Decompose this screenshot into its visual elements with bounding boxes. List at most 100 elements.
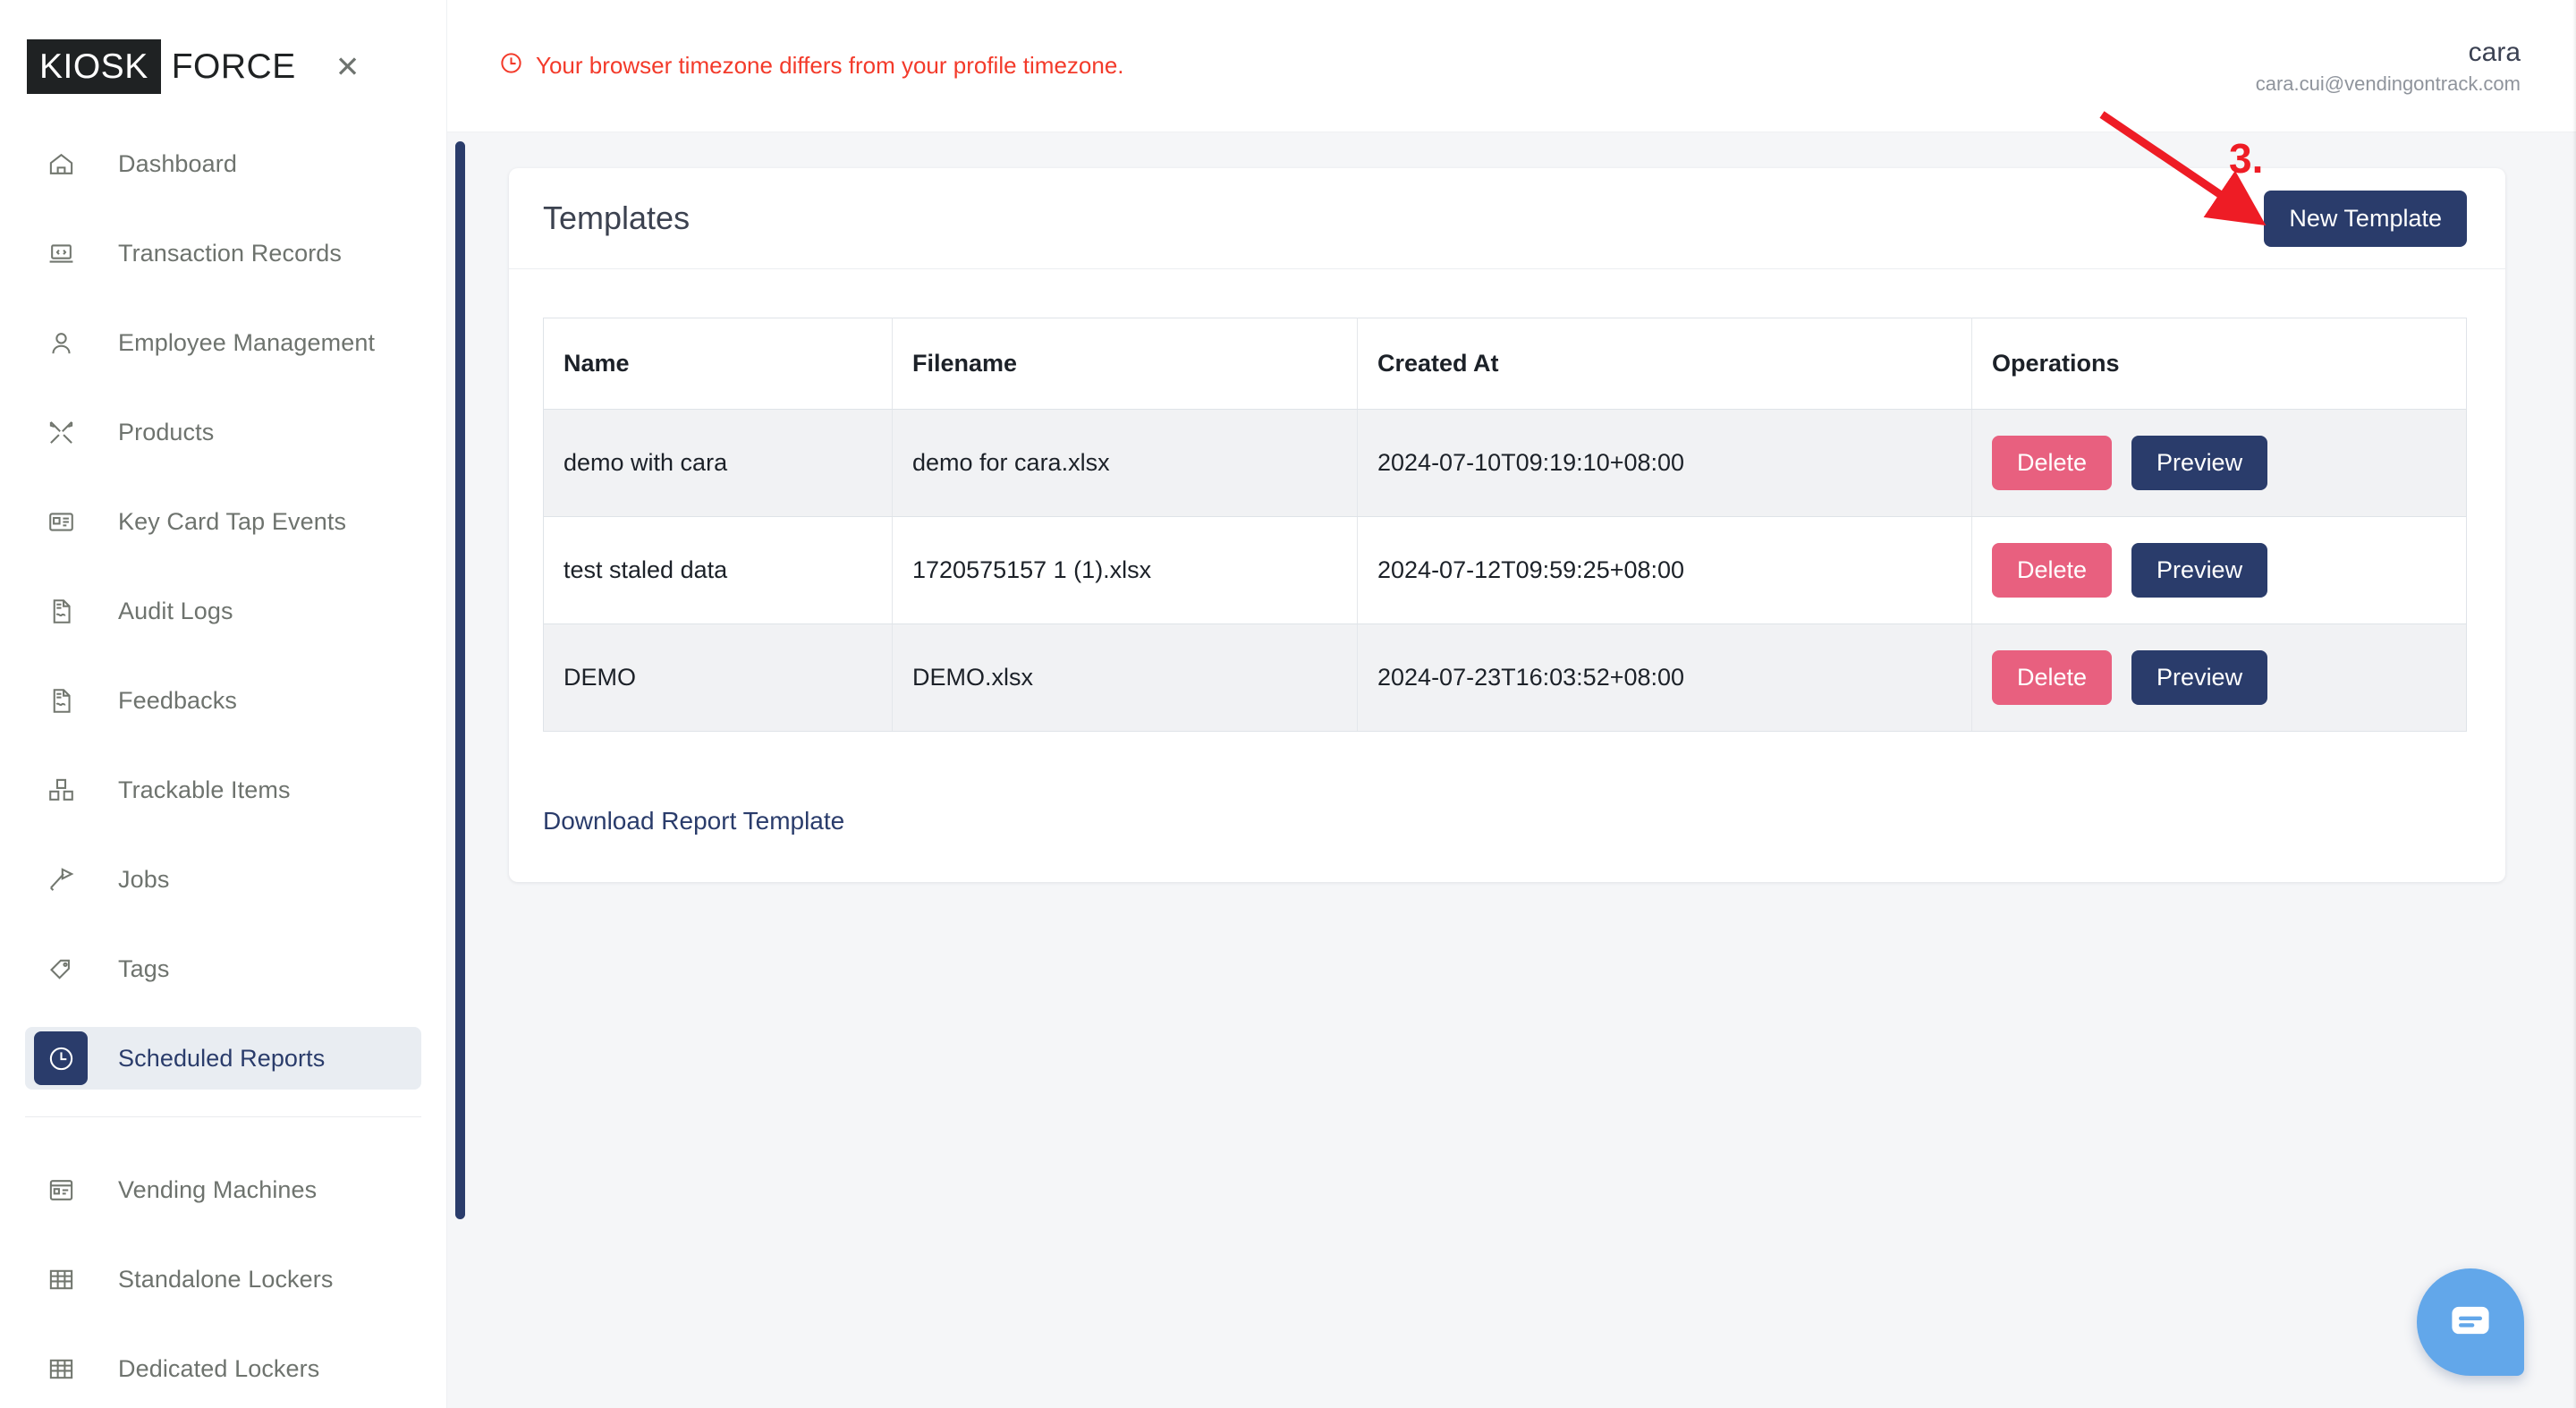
download-report-template-link[interactable]: Download Report Template (543, 807, 844, 835)
row-actions: Delete Preview (1992, 436, 2446, 490)
user-icon (34, 316, 88, 369)
page-title: Templates (543, 199, 691, 236)
cell-operations: Delete Preview (1971, 623, 2467, 732)
sidebar-item-products[interactable]: Products (25, 401, 421, 463)
table-row: DEMO DEMO.xlsx 2024-07-23T16:03:52+08:00… (543, 623, 2467, 732)
sidebar-item-standalone-lockers[interactable]: Standalone Lockers (25, 1248, 421, 1310)
delete-button[interactable]: Delete (1992, 543, 2113, 598)
column-header-filename: Filename (892, 318, 1358, 410)
sidebar-item-label: Scheduled Reports (118, 1044, 326, 1072)
logo-mark-text: KIOSK (27, 38, 161, 94)
brand-row: KIOSK FORCE ✕ (0, 0, 446, 132)
sidebar-item-label: Key Card Tap Events (118, 507, 347, 535)
content-scrollbar[interactable] (455, 141, 465, 1219)
sidebar-item-label: Dashboard (118, 149, 237, 177)
timezone-warning: Your browser timezone differs from your … (499, 51, 1124, 81)
sidebar-item-transaction-records[interactable]: Transaction Records (25, 222, 421, 284)
cell-name: test staled data (543, 516, 893, 624)
cell-filename: 1720575157 1 (1).xlsx (892, 516, 1358, 624)
home-icon (34, 137, 88, 191)
cell-created-at: 2024-07-12T09:59:25+08:00 (1357, 516, 1972, 624)
sidebar-item-label: Jobs (118, 865, 170, 893)
table-header: Name Filename Created At Operations (543, 318, 2467, 410)
clock-icon (34, 1031, 88, 1085)
sidebar-item-trackable-items[interactable]: Trackable Items (25, 759, 421, 821)
table-header-row: Name Filename Created At Operations (543, 318, 2467, 410)
sidebar-item-label: Employee Management (118, 328, 376, 356)
preview-button[interactable]: Preview (2131, 650, 2268, 705)
content-area: Templates New Template Name Filename Cre… (447, 132, 2576, 1408)
table-row: demo with cara demo for cara.xlsx 2024-0… (543, 409, 2467, 517)
app-logo[interactable]: KIOSK FORCE (27, 38, 296, 95)
row-actions: Delete Preview (1992, 543, 2446, 598)
sidebar-item-label: Trackable Items (118, 776, 291, 803)
chat-widget-button[interactable] (2417, 1268, 2524, 1376)
column-header-name: Name (543, 318, 893, 410)
sidebar-item-dashboard[interactable]: Dashboard (25, 132, 421, 195)
sidebar-item-label: Products (118, 418, 215, 445)
tag-icon (34, 942, 88, 996)
id-card-icon (34, 495, 88, 548)
user-name: cara (2468, 37, 2521, 67)
sidebar-item-audit-logs[interactable]: Audit Logs (25, 580, 421, 642)
sidebar-item-scheduled-reports[interactable]: Scheduled Reports (25, 1027, 421, 1090)
table-body: demo with cara demo for cara.xlsx 2024-0… (543, 409, 2467, 732)
grid-icon (34, 1342, 88, 1395)
app-root: KIOSK FORCE ✕ Dashboard Transaction Reco… (0, 0, 2576, 1408)
column-header-operations: Operations (1971, 318, 2467, 410)
sidebar-item-label: Audit Logs (118, 597, 233, 624)
clock-icon (499, 51, 523, 81)
new-template-button[interactable]: New Template (2264, 190, 2467, 247)
table-row: test staled data 1720575157 1 (1).xlsx 2… (543, 516, 2467, 624)
close-icon[interactable]: ✕ (335, 52, 360, 81)
chat-bubble-icon (2447, 1297, 2494, 1348)
user-email: cara.cui@vendingontrack.com (2255, 72, 2521, 96)
sidebar-item-label: Standalone Lockers (118, 1265, 334, 1293)
delete-button[interactable]: Delete (1992, 436, 2113, 490)
delete-button[interactable]: Delete (1992, 650, 2113, 705)
hammer-icon (34, 852, 88, 906)
sidebar-item-label: Tags (118, 954, 170, 982)
document-signature-icon (34, 584, 88, 638)
sidebar-item-label: Vending Machines (118, 1175, 318, 1203)
preview-button[interactable]: Preview (2131, 543, 2268, 598)
vending-machine-icon (34, 1163, 88, 1217)
sidebar-item-dedicated-lockers[interactable]: Dedicated Lockers (25, 1337, 421, 1400)
cell-filename: DEMO.xlsx (892, 623, 1358, 732)
sidebar-nav: Dashboard Transaction Records Employee M… (0, 132, 446, 1090)
boxes-icon (34, 763, 88, 817)
user-menu[interactable]: cara cara.cui@vendingontrack.com (2256, 36, 2533, 97)
sidebar-nav-secondary: Vending Machines Standalone Lockers Dedi… (0, 1158, 446, 1400)
card-body: Name Filename Created At Operations demo… (509, 269, 2505, 768)
sidebar-item-key-card-tap-events[interactable]: Key Card Tap Events (25, 490, 421, 553)
sidebar-item-employee-management[interactable]: Employee Management (25, 311, 421, 374)
sidebar-item-tags[interactable]: Tags (25, 937, 421, 1000)
timezone-warning-text: Your browser timezone differs from your … (536, 52, 1124, 79)
templates-table: Name Filename Created At Operations demo… (543, 318, 2467, 732)
sidebar-item-feedbacks[interactable]: Feedbacks (25, 669, 421, 732)
sidebar: KIOSK FORCE ✕ Dashboard Transaction Reco… (0, 0, 447, 1408)
preview-button[interactable]: Preview (2131, 436, 2268, 490)
sidebar-item-vending-machines[interactable]: Vending Machines (25, 1158, 421, 1221)
card-header: Templates New Template (509, 168, 2505, 269)
topbar: Your browser timezone differs from your … (447, 0, 2576, 132)
templates-card: Templates New Template Name Filename Cre… (509, 168, 2505, 882)
cell-created-at: 2024-07-23T16:03:52+08:00 (1357, 623, 1972, 732)
cell-operations: Delete Preview (1971, 516, 2467, 624)
cell-filename: demo for cara.xlsx (892, 409, 1358, 517)
annotation-step-number: 3. (2229, 135, 2264, 182)
card-footer: Download Report Template (509, 768, 2505, 882)
document-signature-icon (34, 674, 88, 727)
cell-name: DEMO (543, 623, 893, 732)
cell-name: demo with cara (543, 409, 893, 517)
tools-icon (34, 405, 88, 459)
cell-created-at: 2024-07-10T09:19:10+08:00 (1357, 409, 1972, 517)
laptop-code-icon (34, 226, 88, 280)
sidebar-item-label: Transaction Records (118, 239, 343, 267)
sidebar-item-jobs[interactable]: Jobs (25, 848, 421, 911)
cell-operations: Delete Preview (1971, 409, 2467, 517)
main-area: Your browser timezone differs from your … (447, 0, 2576, 1408)
logo-word-text: FORCE (171, 47, 296, 86)
grid-icon (34, 1252, 88, 1306)
sidebar-item-label: Dedicated Lockers (118, 1354, 320, 1382)
